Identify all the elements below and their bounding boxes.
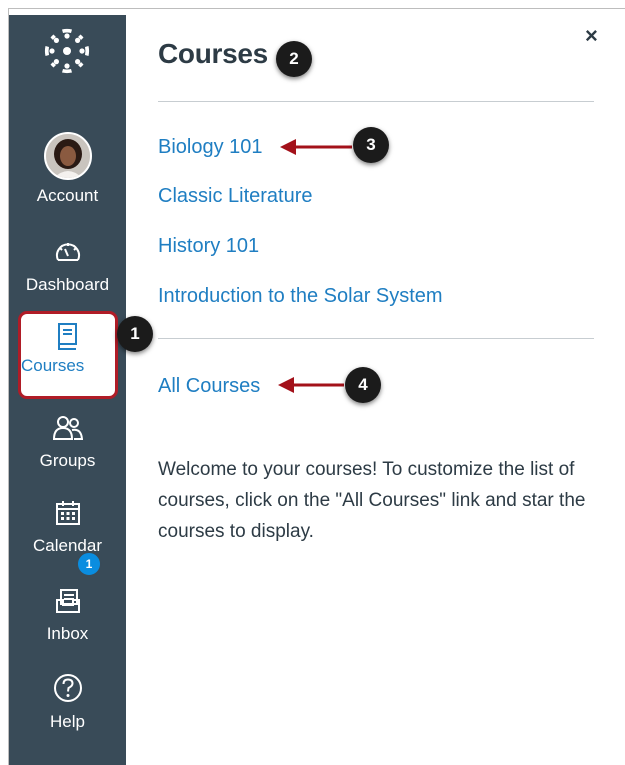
help-question-icon <box>53 674 82 702</box>
canvas-logo-icon[interactable] <box>43 27 91 75</box>
groups-people-icon <box>52 416 83 440</box>
course-link-history-101[interactable]: History 101 <box>158 235 259 258</box>
courses-book-icon <box>58 323 77 350</box>
dashboard-gauge-icon <box>55 243 80 261</box>
nav-calendar-label: Calendar <box>33 536 102 555</box>
nav-account-label: Account <box>36 186 99 205</box>
nav-courses-label: Courses <box>21 356 85 375</box>
close-icon[interactable]: × <box>585 23 598 49</box>
divider-top <box>158 101 594 102</box>
callout-1: 1 <box>117 316 153 352</box>
nav-groups[interactable]: Groups <box>9 415 126 471</box>
callout-2: 2 <box>276 41 312 77</box>
course-link-classic-literature[interactable]: Classic Literature <box>158 185 313 208</box>
nav-dashboard-label: Dashboard <box>25 275 110 294</box>
nav-calendar[interactable]: Calendar <box>9 499 126 556</box>
arrow-left-icon <box>280 139 352 155</box>
user-photo-icon <box>45 134 90 178</box>
callout-3: 3 <box>353 127 389 163</box>
tray-title: Courses <box>158 38 268 69</box>
nav-groups-label: Groups <box>39 451 96 470</box>
avatar <box>43 132 92 180</box>
inbox-unread-badge: 1 <box>76 551 102 577</box>
divider-bottom <box>158 338 594 339</box>
all-courses-link[interactable]: All Courses <box>158 375 260 398</box>
course-link-biology-101[interactable]: Biology 101 <box>158 136 263 159</box>
course-link-solar-system[interactable]: Introduction to the Solar System <box>158 285 443 308</box>
nav-dashboard[interactable]: Dashboard <box>9 238 126 295</box>
inbox-icon <box>55 589 80 613</box>
nav-account[interactable]: Account <box>9 132 126 206</box>
nav-help[interactable]: Help <box>9 673 126 732</box>
callout-4: 4 <box>345 367 381 403</box>
arrow-left-icon <box>278 377 344 393</box>
nav-inbox[interactable]: Inbox <box>9 587 126 644</box>
nav-inbox-label: Inbox <box>46 624 89 643</box>
nav-help-label: Help <box>50 712 85 731</box>
welcome-message: Welcome to your courses! To customize th… <box>158 459 586 542</box>
calendar-icon <box>55 501 80 525</box>
nav-courses[interactable]: Courses <box>18 311 118 399</box>
